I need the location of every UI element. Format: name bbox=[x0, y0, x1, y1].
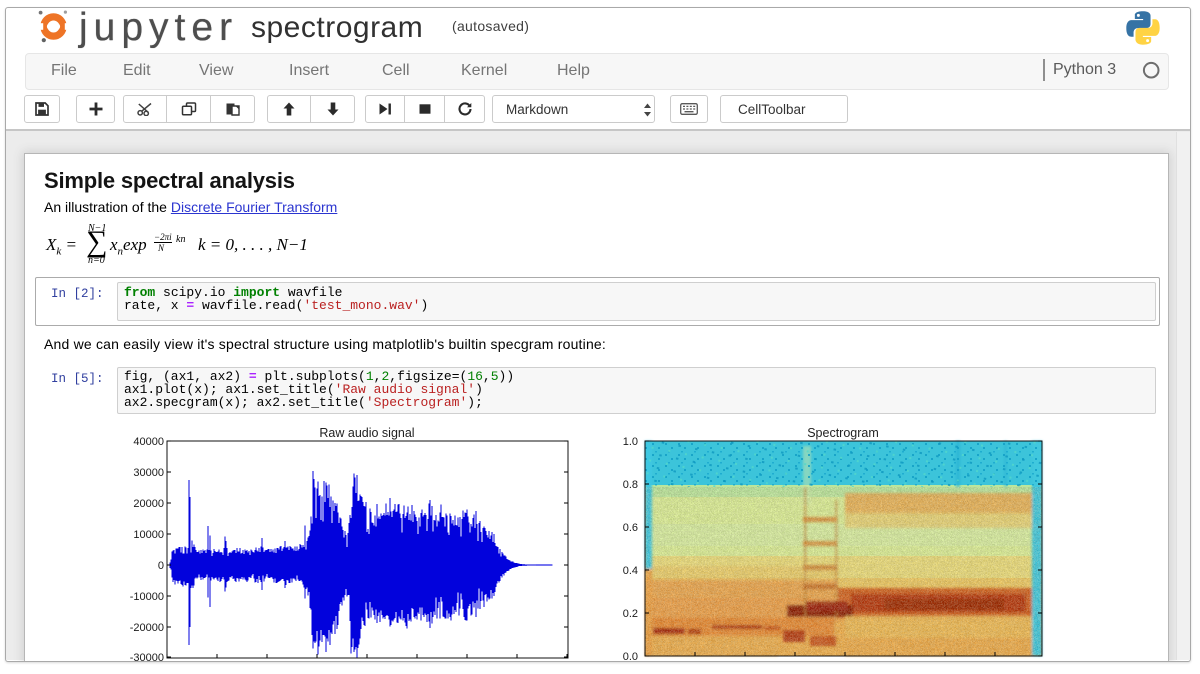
svg-text:0.2: 0.2 bbox=[623, 608, 638, 620]
svg-text:0.0: 0.0 bbox=[623, 651, 638, 661]
svg-text:0.4: 0.4 bbox=[623, 565, 638, 577]
svg-text:-30000: -30000 bbox=[130, 652, 164, 661]
svg-text:40000: 40000 bbox=[133, 436, 164, 448]
svg-text:-20000: -20000 bbox=[130, 622, 164, 634]
svg-text:Raw audio signal: Raw audio signal bbox=[319, 426, 414, 440]
svg-text:0.6: 0.6 bbox=[623, 522, 638, 534]
svg-text:1.0: 1.0 bbox=[623, 436, 638, 448]
svg-text:Spectrogram: Spectrogram bbox=[807, 426, 879, 440]
svg-text:20000: 20000 bbox=[133, 498, 164, 510]
svg-text:10000: 10000 bbox=[133, 529, 164, 541]
svg-text:-10000: -10000 bbox=[130, 591, 164, 603]
svg-text:0.8: 0.8 bbox=[623, 479, 638, 491]
svg-text:0: 0 bbox=[158, 560, 164, 572]
svg-text:30000: 30000 bbox=[133, 467, 164, 479]
